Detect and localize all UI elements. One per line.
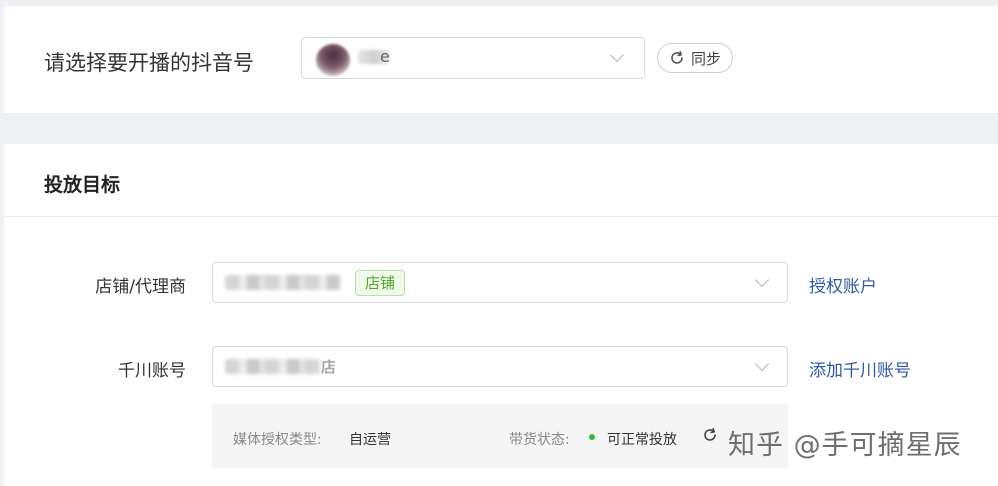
account-label: 请选择要开播的抖音号 [44, 51, 254, 75]
sync-button[interactable]: 同步 [657, 43, 733, 73]
qianchuan-label: 千川账号 [118, 361, 186, 381]
status-value: 可正常投放 [607, 432, 677, 448]
watermark: 知乎 @手可摘星辰 [728, 430, 962, 461]
chevron-down-icon [754, 272, 770, 288]
authorize-account-link[interactable]: 授权账户 [809, 272, 877, 297]
auth-type-value: 自运营 [349, 432, 391, 448]
store-label: 店铺/代理商 [95, 277, 186, 297]
status-label: 带货状态: [509, 432, 570, 448]
chevron-down-icon [609, 47, 625, 63]
store-tag: 店铺 [355, 270, 406, 296]
account-avatar [316, 44, 350, 76]
auth-type-label: 媒体授权类型: [233, 432, 322, 448]
qianchuan-name-suffix: 店 [321, 358, 337, 376]
qianchuan-name-blurred [225, 359, 321, 374]
add-qianchuan-link[interactable]: 添加千川账号 [809, 356, 911, 381]
account-info-box: 媒体授权类型: 自运营 带货状态: 可正常投放 [212, 404, 788, 468]
section-title: 投放目标 [44, 174, 121, 196]
status-dot-icon [589, 434, 595, 440]
refresh-icon[interactable] [702, 427, 718, 443]
store-name-blurred [225, 275, 341, 290]
divider [4, 216, 998, 217]
store-select[interactable]: 店铺 [212, 262, 788, 303]
account-select[interactable]: e [301, 37, 645, 79]
qianchuan-select[interactable]: 店 [212, 346, 788, 387]
account-name-suffix: e [380, 47, 390, 66]
sync-button-label: 同步 [690, 49, 721, 68]
refresh-icon [671, 51, 683, 64]
chevron-down-icon [754, 356, 770, 372]
